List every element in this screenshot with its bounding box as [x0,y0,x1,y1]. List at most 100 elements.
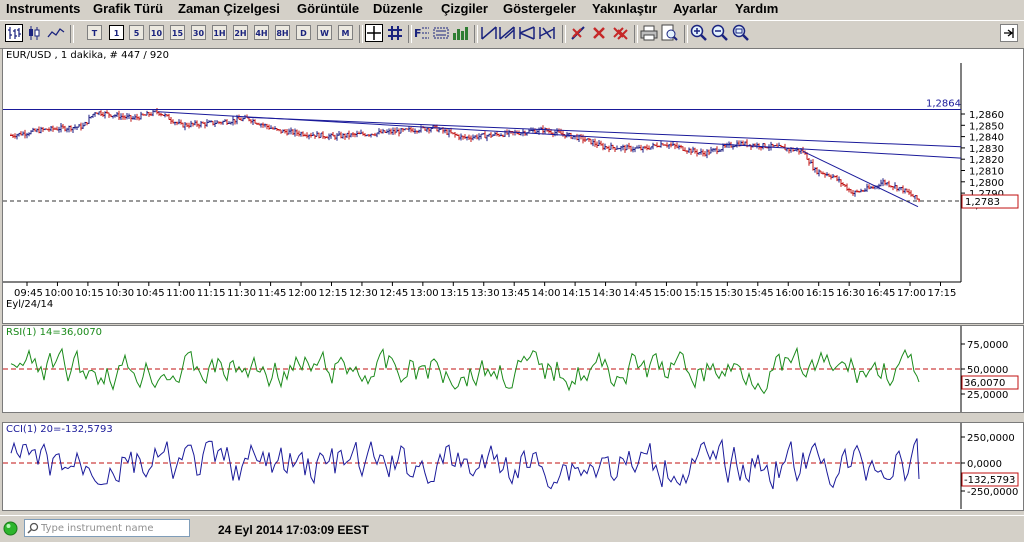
cci-chart[interactable]: 250,0000 0,0000 -250,0000-132,5793 [3,423,1023,510]
price-bar [198,123,200,129]
delete-icon[interactable] [590,24,608,42]
price-bar [860,188,862,193]
menu-timeframe[interactable]: Zaman Çizelgesi [178,1,280,16]
menu-chart-type[interactable]: Grafik Türü [93,1,163,16]
collapse-panel-icon[interactable] [1000,24,1018,42]
time-tick-label: 12:15 [319,288,348,299]
price-bar [644,145,646,150]
zoom-reset-icon[interactable] [732,24,750,42]
menu-view[interactable]: Görüntüle [297,1,359,16]
price-bar [870,185,872,189]
zoom-out-icon[interactable] [711,24,729,42]
price-bar [326,135,328,139]
timeframe-4h-button[interactable]: 4H [254,25,269,40]
price-bar [472,134,474,141]
channel-icon[interactable] [432,24,450,42]
time-tick-label: 16:15 [806,288,835,299]
timeframe-d-button[interactable]: D [296,25,311,40]
price-bar [220,121,222,125]
timeframe-30-button[interactable]: 30 [191,25,206,40]
cci-panel[interactable]: CCI(1) 20=-132,5793 250,0000 0,0000 -250,0… [2,422,1024,511]
price-bar [462,135,464,140]
timeframe-w-button[interactable]: W [317,25,332,40]
price-chart-panel[interactable]: EUR/USD , 1 dakika, # 447 / 920 Eyl/24/1… [2,48,1024,324]
price-bar [82,122,84,129]
parallel-lines-icon[interactable] [498,24,516,42]
search-icon [27,522,39,534]
price-bar [190,120,192,128]
timeframe-2h-button[interactable]: 2H [233,25,248,40]
menu-instruments[interactable]: Instruments [6,1,80,16]
bar-chart-icon[interactable] [5,24,23,42]
timeframe-m-button[interactable]: M [338,25,353,40]
price-bar [912,193,914,198]
price-bar [166,114,168,117]
timeframe-1-button[interactable]: 1 [109,25,124,40]
crosshair-icon[interactable] [365,24,383,42]
indicator-value-label: -132,5793 [964,475,1015,486]
menu-zoom[interactable]: Yakınlaştır [592,1,657,16]
price-bar [760,146,762,151]
price-bar [12,134,14,138]
price-bar [608,145,610,153]
menu-settings[interactable]: Ayarlar [673,1,717,16]
menu-help[interactable]: Yardım [735,1,778,16]
price-bar [756,142,758,149]
time-tick-label: 15:00 [653,288,682,299]
instrument-search-box[interactable] [24,519,190,537]
price-bar [176,121,178,126]
menu-edit[interactable]: Düzenle [373,1,423,16]
menu-indicators[interactable]: Göstergeler [503,1,576,16]
instrument-search-input[interactable] [41,520,187,536]
price-bar [810,159,812,164]
timeframe-5-button[interactable]: 5 [129,25,144,40]
timeframe-8h-button[interactable]: 8H [275,25,290,40]
regression-icon[interactable] [538,24,556,42]
price-bar [188,122,190,129]
price-bar [658,145,660,148]
time-tick-label: 14:45 [623,288,652,299]
line-chart-icon[interactable] [47,24,65,42]
price-bar [298,130,300,137]
price-bar [92,113,94,118]
price-bar [886,182,888,186]
fibonacci-icon[interactable]: F [412,24,430,42]
delete-all-icon[interactable] [611,24,629,42]
price-bar [620,146,622,152]
price-bar [614,146,616,153]
rsi-chart[interactable]: 75,0000 50,0000 25,000036,0070 [3,326,1023,412]
zoom-in-icon[interactable] [690,24,708,42]
indicator-value-label: 36,0070 [964,378,1005,389]
price-bar [136,113,138,121]
time-tick-label: 10:45 [136,288,165,299]
price-bar [458,134,460,141]
print-preview-icon[interactable] [660,24,678,42]
histogram-icon[interactable] [451,24,469,42]
price-bar [736,140,738,148]
price-bar [566,131,568,138]
timeframe-15-button[interactable]: 15 [170,25,185,40]
price-bar [854,190,856,197]
rsi-panel[interactable]: RSI(1) 14=36,0070 75,0000 50,0000 25,0000 3… [2,325,1024,413]
trendline-icon[interactable] [480,24,498,42]
grid-icon[interactable] [386,24,404,42]
price-bar [398,128,400,137]
price-bar [240,117,242,121]
price-bar [712,148,714,153]
time-tick-label: 10:15 [75,288,104,299]
menu-lines[interactable]: Çizgiler [441,1,488,16]
timeframe-t-button[interactable]: T [87,25,102,40]
timeframe-1h-button[interactable]: 1H [212,25,227,40]
price-bar [880,179,882,187]
andrews-pitchfork-icon[interactable] [518,24,536,42]
price-bar [464,134,466,139]
price-bar [408,125,410,132]
delete-drawing-icon[interactable] [569,24,587,42]
print-icon[interactable] [640,24,658,42]
price-chart[interactable]: 1,28601,28501,28401,28301,28201,28101,28… [3,49,1023,323]
timeframe-10-button[interactable]: 10 [149,25,164,40]
price-bar [642,146,644,153]
candle-chart-icon[interactable] [26,24,44,42]
price-bar [808,157,810,166]
price-bar [650,146,652,150]
